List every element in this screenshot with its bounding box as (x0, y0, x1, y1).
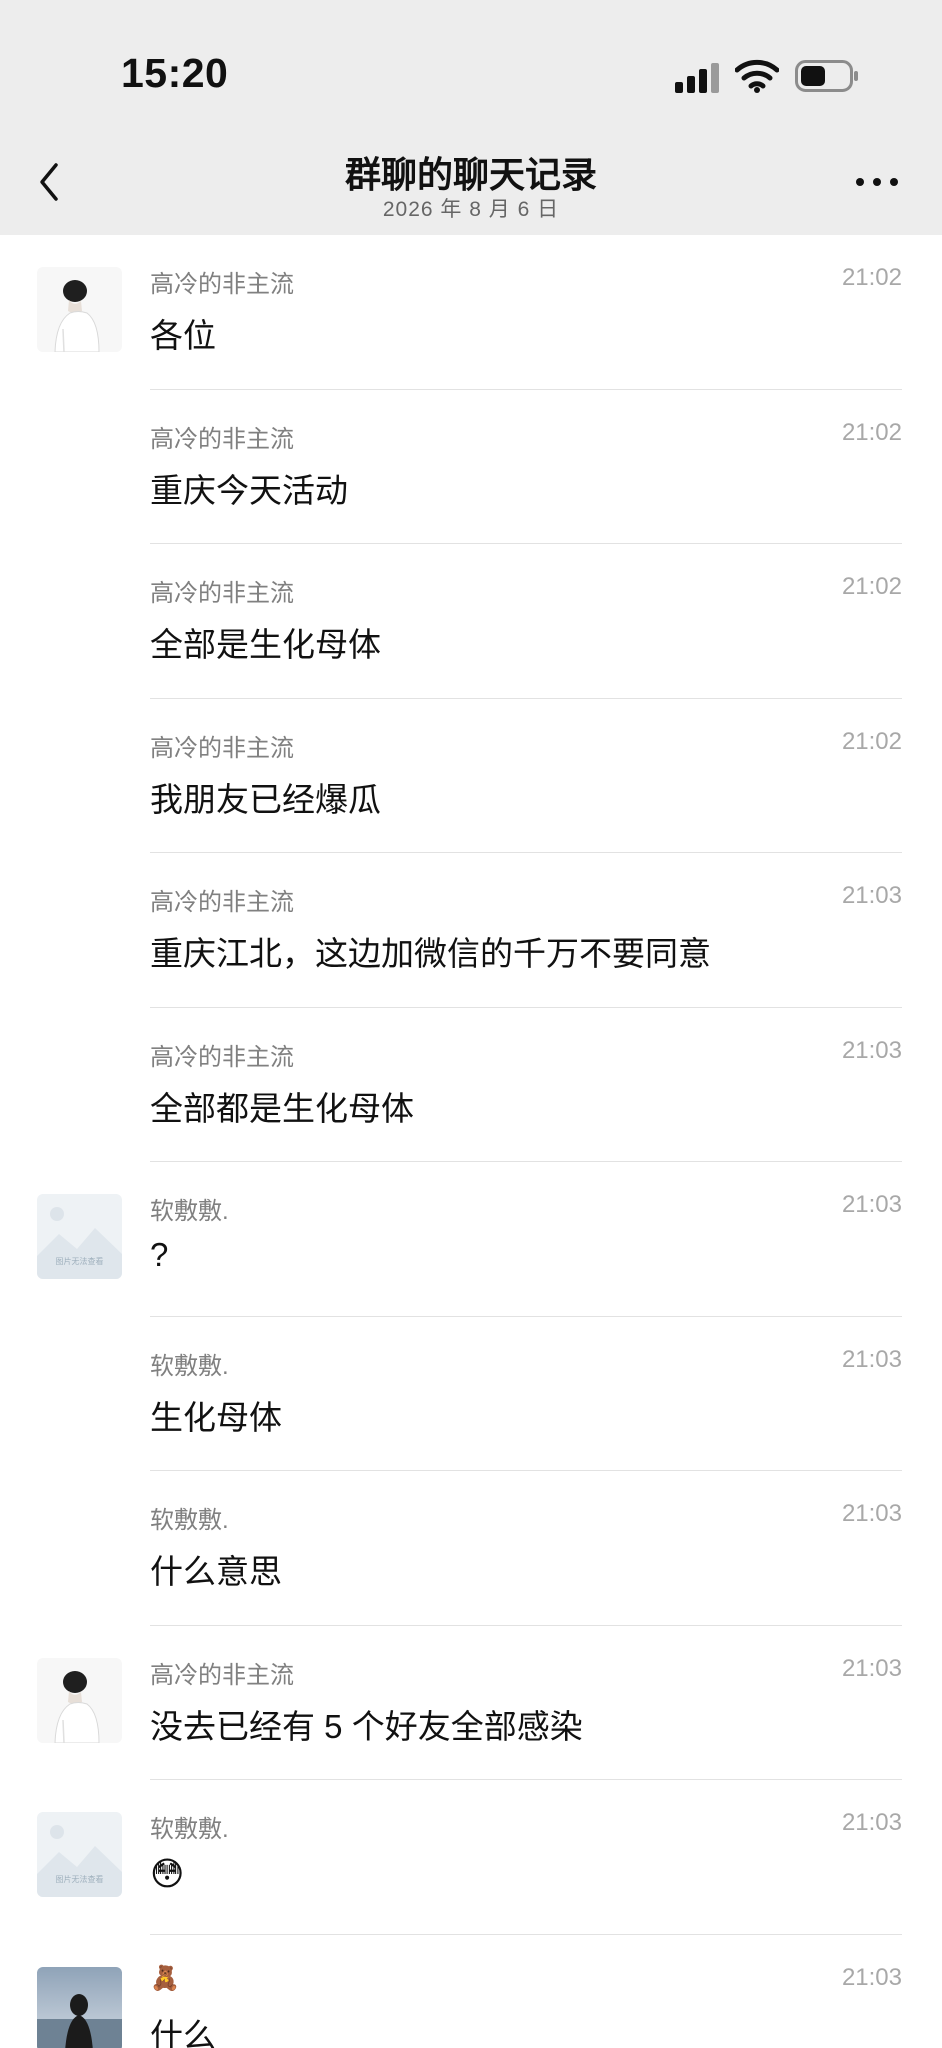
sender-name: 软敷敷. (150, 1198, 229, 1225)
battery-icon (795, 60, 858, 92)
page-subtitle: 2026 年 8 月 6 日 (382, 198, 560, 221)
message-item[interactable]: 高冷的非主流 21:03 没去已经有 5 个好友全部感染 (0, 1626, 942, 1780)
sender-name: 软敷敷. (150, 1352, 229, 1380)
message-text: 重庆江北，这边加微信的千万不要同意 (150, 935, 711, 972)
placeholder-avatar-text: 图片无法查看 (56, 1874, 104, 1884)
cellular-signal-icon (675, 63, 719, 93)
message-item[interactable]: 高冷的非主流 21:02 重庆今天活动 (0, 390, 942, 544)
message-text: 各位 (150, 317, 216, 354)
sender-name: 软敷敷. (150, 1816, 229, 1843)
sender-name: 高冷的非主流 (150, 734, 294, 762)
message-item[interactable]: 高冷的非主流 21:02 各位 (0, 235, 942, 390)
page-title: 群聊的聊天记录 (344, 154, 597, 195)
sender-name: 高冷的非主流 (150, 1043, 294, 1071)
message-time: 21:02 (841, 418, 902, 446)
wifi-icon (735, 59, 779, 93)
message-list: 高冷的非主流 21:02 各位 高冷的非主流 21:02 重庆今天活动 高冷的非… (0, 235, 942, 2048)
message-text: 全部都是生化母体 (150, 1089, 414, 1127)
boy-avatar-icon[interactable] (37, 1657, 122, 1743)
sender-name: 🧸 (150, 1964, 180, 1992)
sender-name: 软敷敷. (150, 1507, 229, 1534)
message-time: 21:02 (841, 264, 902, 291)
placeholder-image-avatar-icon[interactable]: 图片无法查看 (37, 1194, 122, 1279)
message-text: 没去已经有 5 个好友全部感染 (150, 1707, 583, 1745)
message-text: 什么 (150, 2016, 216, 2048)
sender-name: 高冷的非主流 (150, 580, 294, 607)
message-item[interactable]: 图片无法查看 软敷敷. 21:03 😳 (0, 1780, 942, 1935)
message-time: 21:03 (841, 1036, 902, 1064)
sender-name: 高冷的非主流 (150, 1661, 294, 1689)
message-text: 生化母体 (150, 1398, 282, 1436)
message-item[interactable]: 高冷的非主流 21:03 重庆江北，这边加微信的千万不要同意 (0, 853, 942, 1008)
message-time: 21:03 (841, 1345, 902, 1373)
message-time: 21:03 (841, 882, 902, 909)
message-text: 重庆今天活动 (150, 471, 348, 509)
status-time: 15:20 (121, 50, 229, 96)
placeholder-image-avatar-icon[interactable]: 图片无法查看 (37, 1812, 122, 1897)
sender-name: 高冷的非主流 (150, 889, 294, 916)
message-time: 21:02 (841, 727, 902, 755)
message-text: 我朋友已经爆瓜 (150, 780, 381, 818)
message-text: 什么意思 (150, 1553, 282, 1590)
message-time: 21:03 (841, 1654, 902, 1682)
photo-avatar-icon[interactable] (37, 1966, 122, 2048)
message-item[interactable]: 🧸 21:03 什么 (0, 1935, 942, 2048)
message-item[interactable]: 高冷的非主流 21:02 我朋友已经爆瓜 (0, 699, 942, 853)
message-text: 😳 (150, 1855, 185, 1892)
message-time: 21:03 (841, 1809, 902, 1836)
more-options-icon[interactable] (852, 170, 902, 194)
message-item[interactable]: 图片无法查看 软敷敷. 21:03 ? (0, 1162, 942, 1317)
message-text: 全部是生化母体 (150, 626, 381, 663)
message-item[interactable]: 软敷敷. 21:03 什么意思 (0, 1471, 942, 1626)
sender-name: 高冷的非主流 (150, 425, 294, 453)
message-time: 21:03 (841, 1500, 902, 1527)
placeholder-avatar-text: 图片无法查看 (56, 1256, 104, 1266)
message-time: 21:02 (841, 573, 902, 600)
boy-avatar-icon[interactable] (37, 267, 122, 352)
message-item[interactable]: 软敷敷. 21:03 生化母体 (0, 1317, 942, 1471)
header: 15:20 群聊的聊天记录 2026 年 8 月 6 日 (0, 0, 942, 235)
nav-title-container: 群聊的聊天记录 (0, 146, 942, 198)
message-item[interactable]: 高冷的非主流 21:02 全部是生化母体 (0, 544, 942, 699)
message-item[interactable]: 高冷的非主流 21:03 全部都是生化母体 (0, 1008, 942, 1162)
sender-name: 高冷的非主流 (150, 271, 294, 298)
message-time: 21:03 (841, 1963, 902, 1991)
message-time: 21:03 (841, 1191, 902, 1218)
message-text: ? (150, 1236, 169, 1273)
